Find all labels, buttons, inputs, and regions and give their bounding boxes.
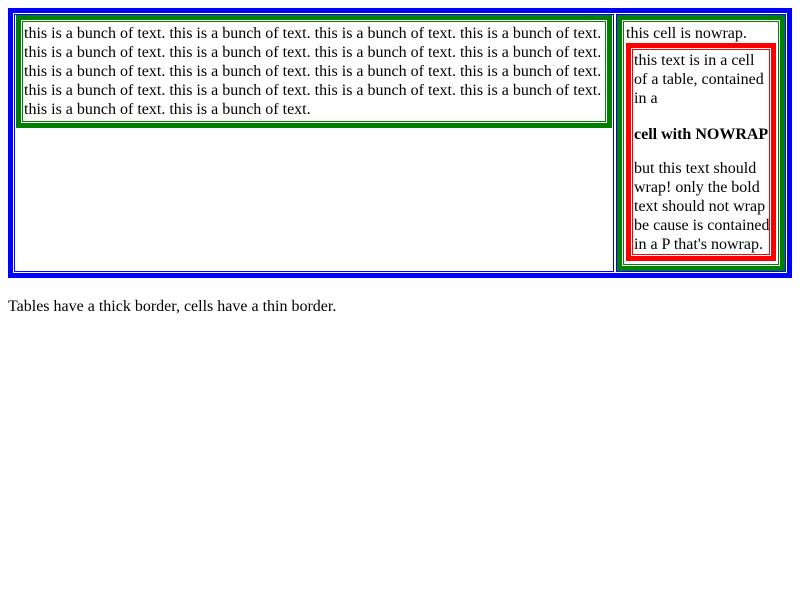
nested-cell-text-before: this text is in a cell of a table, conta… (634, 52, 764, 107)
nowrap-cell-text: this cell is nowrap. (626, 25, 747, 42)
nested-cell-text-after: but this text should wrap! only the bold… (634, 160, 770, 253)
page-caption: Tables have a thick border, cells have a… (8, 298, 337, 315)
nested-cell-bold-text: cell with NOWRAP (634, 126, 769, 143)
left-cell-text: this is a bunch of text. this is a bunch… (24, 25, 602, 118)
